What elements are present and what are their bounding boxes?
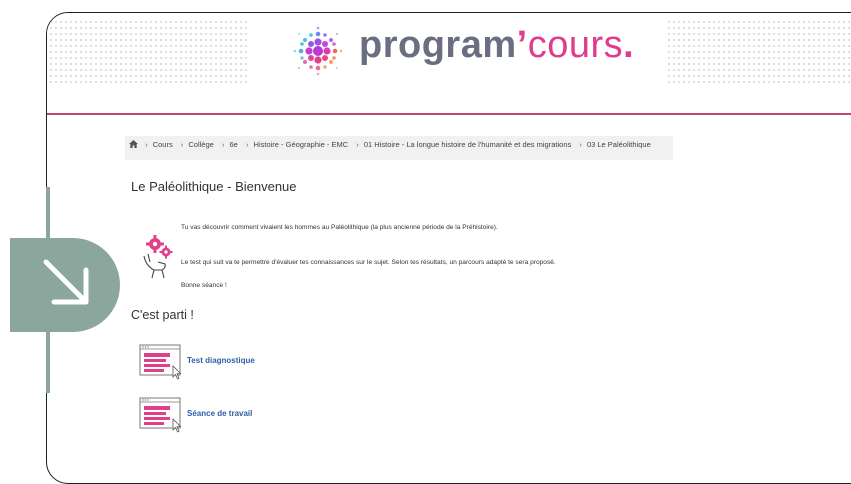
breadcrumb-item-6e[interactable]: 6e [230, 140, 238, 149]
activity-label[interactable]: Test diagnostique [187, 356, 255, 365]
page-activity-icon [139, 344, 182, 380]
breadcrumb-separator: › [180, 140, 184, 149]
site-logo[interactable]: program’cours. [287, 20, 637, 82]
page-activity-icon [139, 397, 182, 433]
breadcrumb-item-current[interactable]: 03 Le Paléolithique [587, 140, 651, 149]
site-header: program’cours. [47, 13, 851, 113]
logo-dot: . [623, 24, 635, 66]
home-icon[interactable] [129, 140, 138, 148]
logo-apostrophe: ’ [516, 24, 528, 66]
page-title: Le Paléolithique - Bienvenue [131, 179, 297, 194]
gears-hand-icon [143, 235, 173, 279]
breadcrumb-separator: › [245, 140, 249, 149]
logo-word-part1: program [359, 24, 517, 66]
breadcrumb-separator: › [356, 140, 359, 149]
breadcrumb-item-subject[interactable]: Histoire - Géographie - EMC [254, 140, 349, 149]
breadcrumb-item-cours[interactable]: Cours [153, 140, 173, 149]
header-divider [47, 113, 851, 115]
breadcrumb-separator: › [579, 140, 582, 149]
logo-dots-icon [293, 26, 343, 76]
section-title: C'est parti ! [131, 308, 194, 322]
breadcrumb-item-college[interactable]: Collège [188, 140, 213, 149]
decorative-tab [10, 238, 120, 332]
intro-line-3: Bonne séance ! [181, 282, 227, 289]
breadcrumb: › Cours › Collège › 6e › Histoire - Géog… [125, 136, 673, 160]
breadcrumb-separator: › [145, 140, 148, 149]
breadcrumb-separator: › [221, 140, 225, 149]
logo-wordmark: program’cours. [359, 24, 634, 67]
dot-pattern-right [667, 19, 851, 85]
activity-label[interactable]: Séance de travail [187, 409, 252, 418]
logo-word-part2: cours [527, 24, 624, 66]
intro-line-1: Tu vas découvrir comment vivaient les ho… [181, 224, 498, 231]
browser-frame: program’cours. › Cours › Collège › 6e › … [46, 12, 851, 484]
dot-pattern-left [49, 19, 249, 85]
intro-line-2: Le test qui suit va te permettre d'évalu… [181, 259, 556, 266]
breadcrumb-item-chapter[interactable]: 01 Histoire - La longue histoire de l'hu… [364, 140, 571, 149]
arrow-down-right-icon [43, 259, 89, 305]
